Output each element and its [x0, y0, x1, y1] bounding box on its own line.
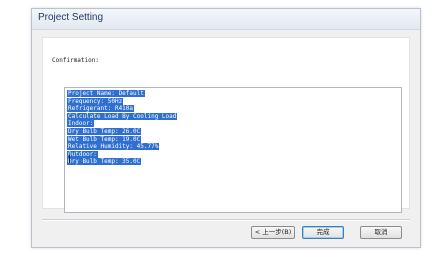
confirmation-line: Outdoor: — [67, 150, 98, 158]
project-setting-window: Project Setting Confirmation: Project Na… — [31, 8, 421, 248]
title-bar[interactable]: Project Setting — [32, 9, 420, 30]
confirmation-line: Calculate Load By Cooling Load — [67, 112, 178, 120]
window-title: Project Setting — [38, 12, 104, 23]
confirmation-line: Relative Humidity: 45.77% — [67, 143, 160, 151]
finish-button[interactable]: 完成 — [302, 226, 344, 239]
confirmation-line: Dry Bulb Temp: 35.0C — [67, 158, 142, 166]
confirmation-line: Refrigerant: R410a — [67, 105, 135, 113]
confirmation-line: Wet Bulb Temp: 19.0C — [67, 135, 142, 143]
confirmation-line: Dry Bulb Temp: 26.0C — [67, 127, 142, 135]
cancel-button[interactable]: 取消 — [360, 226, 402, 239]
confirmation-line: Project Name: Default — [67, 90, 145, 97]
confirmation-label: Confirmation: — [52, 57, 99, 64]
confirmation-line: Frequency: 50Hz — [67, 97, 124, 105]
text-caret — [69, 155, 70, 163]
confirmation-lines: Project Name: Default Frequency: 50Hz Re… — [67, 90, 399, 166]
content-panel: Confirmation: Project Name: Default Freq… — [42, 37, 410, 213]
confirmation-textarea[interactable]: Project Name: Default Frequency: 50Hz Re… — [64, 87, 402, 213]
back-button[interactable]: < 上一步(B) — [251, 226, 295, 239]
footer-divider — [42, 219, 410, 221]
confirmation-line: Indoor: — [67, 120, 95, 128]
